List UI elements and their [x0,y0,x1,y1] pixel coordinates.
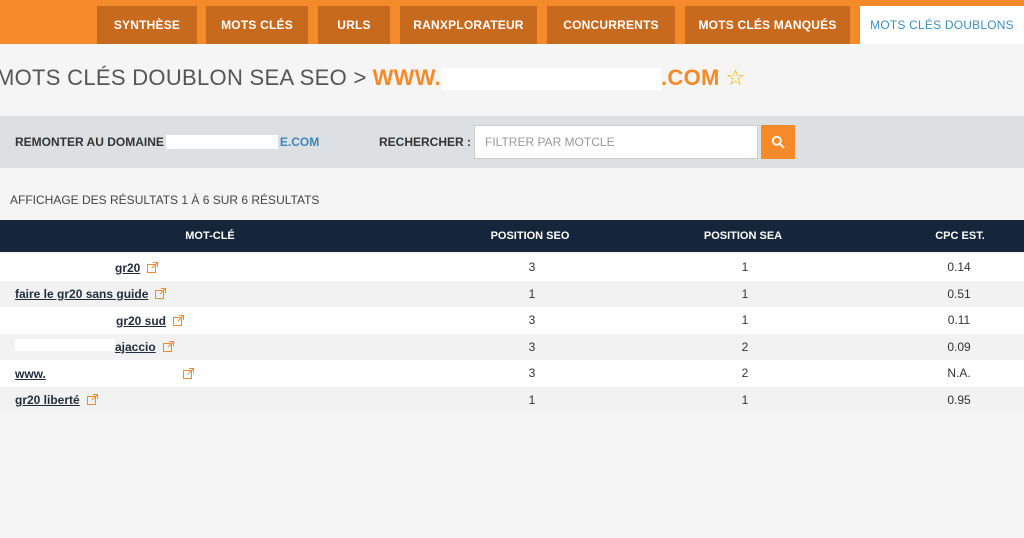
keyword-cell: ajaccio [15,334,174,360]
redacted-domain [165,135,278,149]
star-icon[interactable]: ☆ [726,65,746,91]
keyword-cell: gr20 [15,254,159,280]
keyword-link[interactable]: ajaccio [15,339,156,354]
header-keyword[interactable]: MOT-CLÉ [150,220,270,252]
cpc-value: 0.14 [947,260,971,274]
cpc-value: 0.11 [947,313,971,327]
position-sea: 1 [741,286,749,301]
keyword-link[interactable]: gr20 liberté [15,393,80,407]
cpc-value: 0.51 [947,286,971,301]
back-to-domain-link[interactable]: E.COM [280,135,319,149]
keyword-link[interactable]: gr20 sud [15,312,167,328]
external-link-icon[interactable] [162,341,174,352]
position-seo: 3 [528,366,536,380]
keyword-link[interactable]: faire le gr20 sans guide [15,287,148,301]
cpc-value: N.A. [947,366,971,380]
domain-suffix: .COM [661,65,720,90]
keyword-text: www. [15,366,46,381]
position-seo: 3 [528,339,536,354]
domain-link[interactable]: WWW. .COM [373,65,720,91]
keyword-cell: gr20 liberté [15,387,98,413]
table-row: gr20 3 1 0.14 [0,254,1024,281]
page-title: MOTS CLÉS DOUBLON SEA SEO > WWW. .COM ☆ [0,62,746,94]
position-sea: 2 [741,339,749,354]
cpc-value: 0.95 [947,392,971,407]
table-body: gr20 3 1 0.14 faire le gr20 sans guide 1… [0,254,1024,413]
position-sea: 1 [741,313,749,327]
position-seo: 3 [528,260,536,274]
table-row: gr20 liberté 1 1 0.95 [0,386,1024,413]
tab-mots-cles-manques[interactable]: MOTS CLÉS MANQUÉS [685,6,850,44]
external-link-icon[interactable] [182,367,194,379]
tab-synthese[interactable]: SYNTHÈSE [97,6,197,44]
keyword-link[interactable]: gr20 [15,259,141,275]
position-seo: 3 [528,313,536,327]
tab-mots-cles-doublons[interactable]: MOTS CLÉS DOUBLONS [860,6,1024,44]
table-row: ajaccio 3 2 0.09 [0,333,1024,360]
tab-urls[interactable]: URLS [318,6,390,44]
nav-tabs: SYNTHÈSE MOTS CLÉS URLS RANXPLORATEUR CO… [0,6,1024,44]
table-row: www. 3 2 N.A. [0,360,1024,387]
external-link-icon[interactable] [155,288,167,299]
keyword-text: gr20 [115,260,141,275]
keyword-cell: gr20 sud [15,307,185,333]
header-position-seo[interactable]: POSITION SEO [470,220,590,252]
redacted-keyword [15,259,115,272]
position-sea: 1 [741,260,749,274]
back-to-domain: REMONTER AU DOMAINE E.COM [15,116,319,168]
keyword-text: gr20 sud [116,313,167,328]
search-icon [771,135,785,149]
tab-concurrents[interactable]: CONCURRENTS [547,6,675,44]
external-link-icon[interactable] [173,314,185,326]
page-title-text: MOTS CLÉS DOUBLON SEA SEO > [0,65,367,90]
keyword-cell: faire le gr20 sans guide [15,281,167,307]
table-row: gr20 sud 3 1 0.11 [0,307,1024,334]
results-summary: AFFICHAGE DES RÉSULTATS 1 À 6 SUR 6 RÉSU… [10,193,320,207]
cpc-value: 0.09 [947,339,971,354]
table-row: faire le gr20 sans guide 1 1 0.51 [0,280,1024,307]
external-link-icon[interactable] [86,394,98,405]
redacted-domain [441,68,662,91]
position-seo: 1 [528,392,536,407]
keyword-cell: www. [15,360,194,386]
filter-bar: REMONTER AU DOMAINE E.COM RECHERCHER : [0,116,1024,168]
search-button[interactable] [761,125,795,159]
tab-ranxplorateur[interactable]: RANXPLORATEUR [400,6,537,44]
redacted-keyword [15,312,116,325]
search-input[interactable] [474,125,758,159]
tab-mots-cles[interactable]: MOTS CLÉS [206,6,308,44]
header-position-sea[interactable]: POSITION SEA [683,220,803,252]
header-cpc[interactable]: CPC EST. [900,220,1020,252]
position-sea: 2 [741,366,749,380]
table-header: MOT-CLÉ POSITION SEO POSITION SEA CPC ES… [0,220,1024,252]
external-link-icon[interactable] [147,261,159,273]
position-sea: 1 [741,392,749,407]
back-to-domain-label: REMONTER AU DOMAINE [15,135,164,149]
redacted-keyword [15,339,115,351]
position-seo: 1 [528,286,536,301]
top-nav-bar: SYNTHÈSE MOTS CLÉS URLS RANXPLORATEUR CO… [0,0,1024,44]
search-label: RECHERCHER : [379,135,472,149]
redacted-keyword [45,365,176,378]
keyword-link[interactable]: www. [15,365,176,381]
keyword-text: ajaccio [115,340,156,354]
domain-prefix: WWW. [372,65,442,90]
